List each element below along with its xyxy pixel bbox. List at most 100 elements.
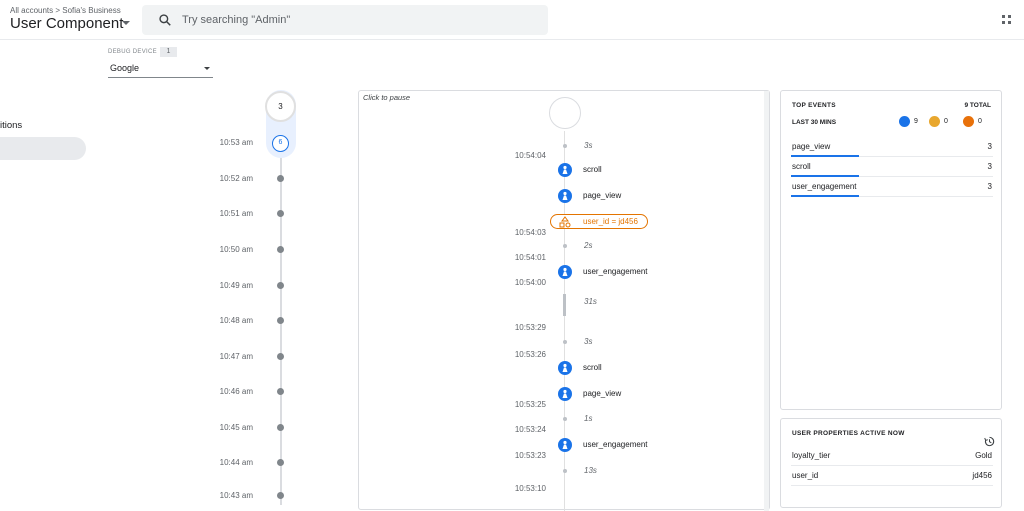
gap-dot	[563, 244, 567, 248]
stream-gap: 31s	[359, 294, 771, 316]
click-to-pause-label[interactable]: Click to pause	[363, 93, 410, 102]
minutes-timeline-line	[280, 110, 282, 505]
minute-time: 10:49 am	[219, 281, 253, 290]
minute-time: 10:52 am	[219, 174, 253, 183]
top-events-period: LAST 30 MINS	[792, 119, 837, 126]
top-event-name: page_view	[792, 142, 831, 151]
stream-time: 10:53:10	[359, 481, 771, 497]
stream-time: 10:53:23	[359, 448, 771, 464]
gap-dot	[563, 469, 567, 473]
time-label: 10:53:23	[514, 451, 546, 460]
gap-label: 31s	[584, 297, 597, 306]
minute-row[interactable]: 10:53 am	[210, 137, 290, 149]
event-icon	[558, 189, 572, 203]
gap-label: 2s	[584, 241, 593, 250]
user-properties-title: USER PROPERTIES ACTIVE NOW	[792, 430, 905, 437]
top-events-title: TOP EVENTS	[792, 102, 836, 109]
minute-dot	[277, 317, 284, 324]
stream-scrollbar[interactable]	[764, 91, 769, 511]
stream-time: 10:54:00	[359, 275, 771, 291]
minute-time: 10:48 am	[219, 316, 253, 325]
event-icon	[558, 361, 572, 375]
time-label: 10:54:04	[514, 151, 546, 160]
user-property-value: Gold	[975, 451, 992, 460]
time-label: 10:53:25	[514, 400, 546, 409]
seconds-counter[interactable]: 3	[265, 91, 296, 122]
error-icon	[963, 116, 974, 127]
minute-time: 10:45 am	[219, 423, 253, 432]
minute-time: 10:44 am	[219, 458, 253, 467]
time-label: 10:54:03	[514, 228, 546, 237]
user-property-row[interactable]: user_id jd456	[791, 466, 993, 486]
minute-row[interactable]: 10:47 am	[210, 351, 290, 363]
minute-dot	[277, 210, 284, 217]
top-event-row[interactable]: user_engagement 3	[791, 177, 993, 197]
minute-time: 10:46 am	[219, 387, 253, 396]
stream-top-circle	[549, 97, 581, 129]
minute-dot	[277, 175, 284, 182]
event-count-icon	[899, 116, 910, 127]
errors-count-value: 0	[978, 118, 982, 125]
user-property-row[interactable]: loyalty_tier Gold	[791, 446, 993, 466]
user-property-key: loyalty_tier	[792, 451, 831, 460]
stream-event[interactable]: scroll	[359, 360, 771, 376]
events-count-value: 9	[914, 118, 918, 125]
minute-row[interactable]: 10:46 am	[210, 386, 290, 398]
event-icon	[558, 163, 572, 177]
minute-dot	[277, 353, 284, 360]
minutes-timeline: 3 6 10:53 am 10:52 am 10:51 am 10:50 am …	[0, 0, 340, 505]
time-label: 10:54:01	[514, 253, 546, 262]
stream-time: 10:53:24	[359, 422, 771, 438]
gap-dot	[563, 417, 567, 421]
time-label: 10:53:26	[514, 350, 546, 359]
top-event-count: 3	[987, 182, 992, 191]
minute-time: 10:47 am	[219, 352, 253, 361]
minute-time: 10:51 am	[219, 209, 253, 218]
minute-row[interactable]: 10:45 am	[210, 422, 290, 434]
minute-dot	[277, 282, 284, 289]
minute-dot	[277, 459, 284, 466]
time-label: 10:54:00	[514, 278, 546, 287]
top-events-card: TOP EVENTS 9 TOTAL LAST 30 MINS 9 0 0 pa…	[780, 90, 1002, 410]
minute-row[interactable]: 10:51 am	[210, 208, 290, 220]
stream-event[interactable]: scroll	[359, 162, 771, 178]
time-label: 10:53:24	[514, 425, 546, 434]
top-event-name: user_engagement	[792, 182, 857, 191]
stream-gap: 13s	[359, 463, 771, 479]
user-property-key: user_id	[792, 471, 819, 480]
gap-label: 3s	[584, 337, 593, 346]
top-event-row[interactable]: scroll 3	[791, 157, 993, 177]
minute-dot	[277, 388, 284, 395]
minute-time: 10:53 am	[219, 138, 253, 147]
user-properties-card: USER PROPERTIES ACTIVE NOW loyalty_tier …	[780, 418, 1002, 508]
gap-dot	[563, 340, 567, 344]
top-event-name: scroll	[792, 162, 811, 171]
conversion-flag-icon	[929, 116, 940, 127]
top-event-count: 3	[987, 162, 992, 171]
top-event-bar	[791, 195, 859, 197]
gap-bar	[563, 294, 566, 316]
minute-time: 10:50 am	[219, 245, 253, 254]
minute-row[interactable]: 10:48 am	[210, 315, 290, 327]
time-label: 10:53:10	[514, 484, 546, 493]
minute-dot	[277, 246, 284, 253]
event-name: scroll	[583, 165, 602, 174]
apps-grid-icon[interactable]	[1002, 15, 1012, 25]
minute-row[interactable]: 10:43 am	[210, 490, 290, 502]
stream-event[interactable]: page_view	[359, 188, 771, 204]
event-name: page_view	[583, 191, 622, 200]
minute-row[interactable]: 10:50 am	[210, 244, 290, 256]
seconds-stream-panel[interactable]: Click to pause 3s 10:54:04 scroll page_v…	[358, 90, 771, 511]
top-event-row[interactable]: page_view 3	[791, 137, 993, 157]
minute-row[interactable]: 10:44 am	[210, 457, 290, 469]
gap-label: 13s	[584, 466, 597, 475]
user-property-value: jd456	[972, 471, 992, 480]
minute-row[interactable]: 10:52 am	[210, 173, 290, 185]
minute-dot	[277, 424, 284, 431]
top-events-total: 9 TOTAL	[964, 102, 991, 109]
conversions-count-value: 0	[944, 118, 948, 125]
minute-dot	[277, 492, 284, 499]
top-event-count: 3	[987, 142, 992, 151]
time-label: 10:53:29	[514, 323, 546, 332]
minute-row[interactable]: 10:49 am	[210, 280, 290, 292]
